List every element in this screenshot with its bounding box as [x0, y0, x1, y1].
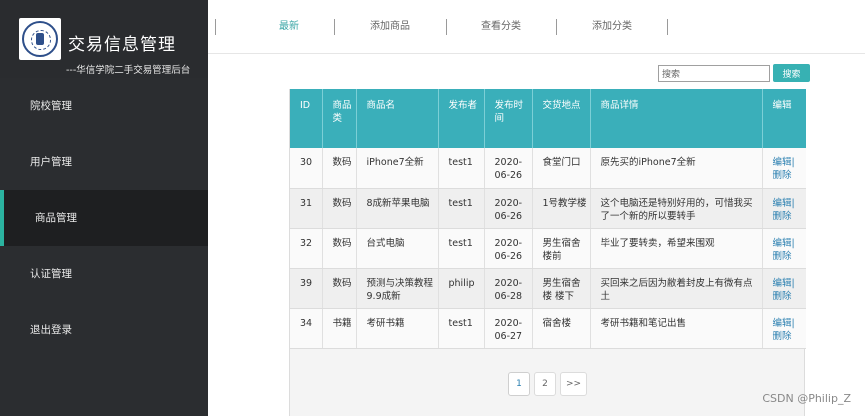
- cell-id: 30: [290, 148, 323, 189]
- table-row: 39 数码 预测与决策教程 9.9成新 philip 2020-06-28 男生…: [290, 268, 807, 309]
- cell-time: 2020-06-28: [484, 268, 533, 309]
- tab-add-product[interactable]: 添加商品: [364, 16, 416, 38]
- app-title: 交易信息管理: [68, 35, 176, 55]
- top-tab-bar: 最新 添加商品 查看分类 添加分类: [208, 0, 865, 54]
- sidebar-item-products[interactable]: 商品管理: [0, 190, 208, 246]
- cell-publisher: philip: [438, 268, 485, 309]
- cell-actions: 编辑| 删除: [762, 228, 807, 269]
- cell-actions: 编辑| 删除: [762, 148, 807, 189]
- cell-time: 2020-06-26: [484, 228, 533, 269]
- delete-link[interactable]: 删除: [773, 169, 807, 182]
- cell-time: 2020-06-27: [484, 308, 533, 349]
- cell-actions: 编辑| 删除: [762, 268, 807, 309]
- table-row: 31 数码 8成新苹果电脑 test1 2020-06-26 1号教学楼 这个电…: [290, 188, 807, 229]
- table-row: 30 数码 iPhone7全新 test1 2020-06-26 食堂门口 原先…: [290, 148, 807, 189]
- edit-link[interactable]: 编辑|: [773, 237, 807, 250]
- delete-link[interactable]: 删除: [773, 250, 807, 263]
- sidebar-item-certification[interactable]: 认证管理: [0, 246, 208, 302]
- page-2-button[interactable]: 2: [534, 372, 556, 396]
- sidebar-nav: 院校管理 用户管理 商品管理 认证管理 退出登录: [0, 78, 208, 358]
- cell-detail: 原先买的iPhone7全新: [590, 148, 763, 189]
- cell-detail: 这个电脑还是特别好用的，可惜我买了一个新的所以要转手: [590, 188, 763, 229]
- sidebar-item-logout[interactable]: 退出登录: [0, 302, 208, 358]
- cell-publisher: test1: [438, 188, 485, 229]
- column-header-name: 商品名: [356, 89, 439, 148]
- column-header-place: 交货地点: [532, 89, 591, 148]
- pagination: 1 2 >>: [508, 372, 588, 396]
- products-table-panel: ID 商品类 商品名 发布者 发布时间 交货地点 商品详情 编辑 30 数码 i…: [289, 89, 806, 416]
- cell-category: 数码: [322, 228, 357, 269]
- cell-time: 2020-06-26: [484, 148, 533, 189]
- cell-actions: 编辑| 删除: [762, 188, 807, 229]
- app-subtitle: ---华信学院二手交易管理后台: [66, 65, 191, 76]
- cell-name: iPhone7全新: [356, 148, 439, 189]
- cell-place: 1号教学楼: [532, 188, 591, 229]
- delete-link[interactable]: 删除: [773, 290, 807, 303]
- edit-link[interactable]: 编辑|: [773, 197, 807, 210]
- cell-id: 32: [290, 228, 323, 269]
- cell-category: 数码: [322, 188, 357, 229]
- cell-detail: 考研书籍和笔记出售: [590, 308, 763, 349]
- tab-latest[interactable]: 最新: [270, 16, 308, 38]
- search-input[interactable]: [658, 65, 770, 82]
- cell-category: 数码: [322, 268, 357, 309]
- table-header-row: ID 商品类 商品名 发布者 发布时间 交货地点 商品详情 编辑: [290, 89, 806, 148]
- cell-id: 34: [290, 308, 323, 349]
- table-row: 34 书籍 考研书籍 test1 2020-06-27 宿舍楼 考研书籍和笔记出…: [290, 308, 807, 349]
- tab-divider: [334, 19, 335, 35]
- search-button[interactable]: 搜索: [773, 64, 810, 82]
- delete-link[interactable]: 删除: [773, 330, 807, 343]
- next-page-button[interactable]: >>: [560, 372, 588, 396]
- cell-id: 39: [290, 268, 323, 309]
- sidebar-item-users[interactable]: 用户管理: [0, 134, 208, 190]
- sidebar: 交易信息管理 ---华信学院二手交易管理后台 院校管理 用户管理 商品管理 认证…: [0, 0, 208, 416]
- csdn-watermark: CSDN @Philip_Z: [762, 392, 851, 405]
- cell-category: 书籍: [322, 308, 357, 349]
- column-header-edit: 编辑: [762, 89, 806, 148]
- cell-publisher: test1: [438, 228, 485, 269]
- cell-name: 台式电脑: [356, 228, 439, 269]
- cell-name: 8成新苹果电脑: [356, 188, 439, 229]
- tab-divider: [215, 19, 216, 35]
- column-header-id: ID: [290, 89, 323, 148]
- sidebar-item-schools[interactable]: 院校管理: [0, 78, 208, 134]
- edit-link[interactable]: 编辑|: [773, 277, 807, 290]
- tab-divider: [667, 19, 668, 35]
- products-table: ID 商品类 商品名 发布者 发布时间 交货地点 商品详情 编辑 30 数码 i…: [290, 89, 806, 349]
- cell-name: 预测与决策教程 9.9成新: [356, 268, 439, 309]
- tab-add-category[interactable]: 添加分类: [586, 16, 638, 38]
- column-header-publisher: 发布者: [438, 89, 485, 148]
- school-logo: [19, 18, 61, 60]
- column-header-time: 发布时间: [484, 89, 533, 148]
- table-row: 32 数码 台式电脑 test1 2020-06-26 男生宿舍楼前 毕业了要转…: [290, 228, 807, 269]
- edit-link[interactable]: 编辑|: [773, 156, 807, 169]
- page-1-button[interactable]: 1: [508, 372, 530, 396]
- tab-view-categories[interactable]: 查看分类: [475, 16, 527, 38]
- cell-detail: 买回来之后因为敝着封皮上有微有点土: [590, 268, 763, 309]
- column-header-category: 商品类: [322, 89, 357, 148]
- cell-id: 31: [290, 188, 323, 229]
- cell-category: 数码: [322, 148, 357, 189]
- cell-place: 男生宿舍楼前: [532, 228, 591, 269]
- cell-place: 男生宿舍楼 楼下: [532, 268, 591, 309]
- cell-time: 2020-06-26: [484, 188, 533, 229]
- cell-place: 宿舍楼: [532, 308, 591, 349]
- tab-divider: [556, 19, 557, 35]
- cell-name: 考研书籍: [356, 308, 439, 349]
- delete-link[interactable]: 删除: [773, 210, 807, 223]
- column-header-detail: 商品详情: [590, 89, 763, 148]
- cell-publisher: test1: [438, 308, 485, 349]
- cell-actions: 编辑| 删除: [762, 308, 807, 349]
- cell-publisher: test1: [438, 148, 485, 189]
- edit-link[interactable]: 编辑|: [773, 317, 807, 330]
- cell-place: 食堂门口: [532, 148, 591, 189]
- cell-detail: 毕业了要转卖，希望来围观: [590, 228, 763, 269]
- brand-header: 交易信息管理 ---华信学院二手交易管理后台: [0, 0, 208, 78]
- tab-divider: [446, 19, 447, 35]
